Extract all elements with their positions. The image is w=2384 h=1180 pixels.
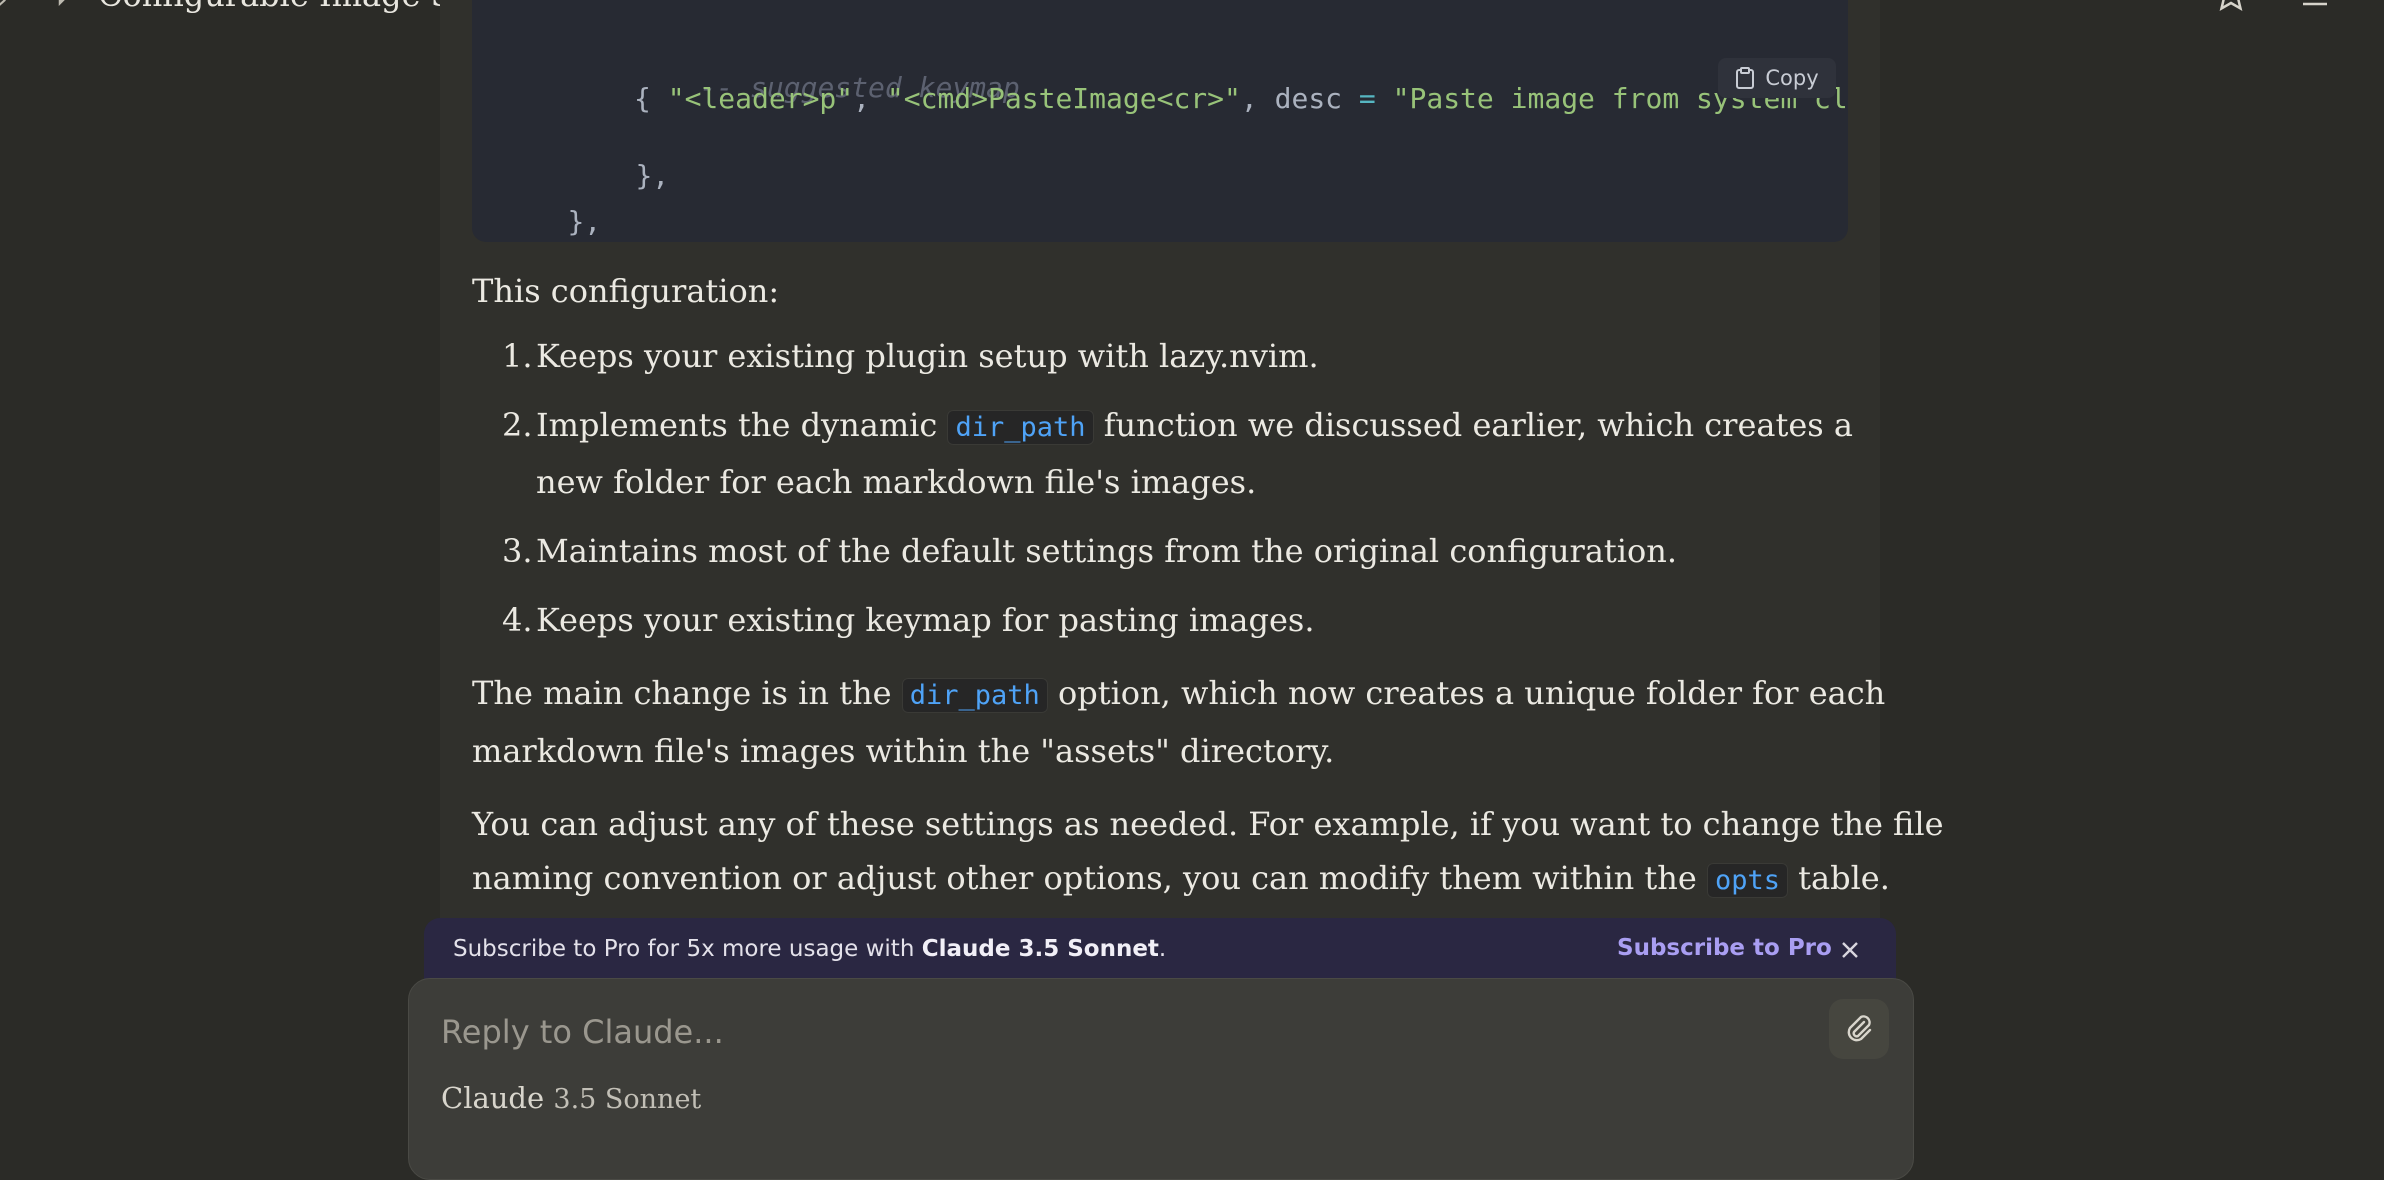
reply-composer: Reply to Claude... Claude 3.5 Sonnet [408,978,1914,1180]
model-version: 3.5 Sonnet [553,1084,702,1115]
list-number: 3. [502,532,533,570]
reply-input[interactable]: Reply to Claude... [441,1013,724,1051]
list-item-text: Implements the dynamic [536,406,938,444]
banner-text: Subscribe to Pro for 5x more usage with [453,936,915,962]
code-token: { [634,82,668,115]
clipboard-icon [1736,67,1755,89]
chat-bubble-icon [58,0,65,6]
model-selector[interactable]: Claude 3.5 Sonnet [441,1081,701,1115]
code-line: }, [500,172,601,242]
list-number: 2. [502,406,533,444]
list-item-text: function we discussed earlier, which cre… [1103,406,1853,444]
list-item: Maintains most of the default settings f… [536,532,1678,570]
star-icon[interactable] [2214,0,2248,12]
attach-button[interactable] [1829,999,1889,1059]
copy-label: Copy [1765,66,1819,90]
banner-message: Subscribe to Pro for 5x more usage with … [453,936,1166,962]
list-number: 4. [502,601,533,639]
paragraph-line: markdown file's images within the "asset… [472,732,1335,770]
intro-text: This configuration: [472,272,780,310]
code-token: "<leader>p" [667,82,854,115]
code-block: -- suggested keymap { "<leader>p", "<cmd… [472,0,1848,242]
inline-code: opts [1706,863,1788,898]
paragraph-text: The main change is in the [472,674,892,712]
list-item: Keeps your existing plugin setup with la… [536,337,1319,375]
subscribe-banner: Subscribe to Pro for 5x more usage with … [424,918,1896,982]
menu-icon[interactable] [2300,0,2330,10]
list-item-continuation: new folder for each markdown file's imag… [536,463,1257,501]
code-line: { "<leader>p", "<cmd>PasteImage<cr>", de… [634,82,1848,115]
code-token: "<cmd>PasteImage<cr>" [886,82,1241,115]
code-token: , desc [1240,82,1359,115]
copy-button[interactable]: Copy [1718,58,1836,98]
paragraph-text: naming convention or adjust other option… [472,859,1697,897]
list-item: Implements the dynamic dir_path function… [536,405,1853,448]
code-token: = [1358,82,1376,115]
paragraph-text: option, which now creates a unique folde… [1057,674,1886,712]
inline-code: dir_path [947,410,1094,445]
sidebar-toggle-icon[interactable]: › [0,0,8,17]
paragraph-text: table. [1798,859,1890,897]
list-number: 1. [502,337,533,375]
banner-text: . [1158,936,1167,962]
list-item: Keeps your existing keymap for pasting i… [536,601,1315,639]
code-token: , [853,82,887,115]
code-token: }, [567,205,602,238]
paragraph: naming convention or adjust other option… [472,858,1890,901]
code-token: }, [635,159,670,192]
paragraph: You can adjust any of these settings as … [472,805,1944,843]
paragraph: The main change is in the dir_path optio… [472,673,1885,716]
subscribe-button[interactable]: Subscribe to Pro [1617,935,1832,961]
paperclip-icon [1847,1015,1872,1042]
model-name: Claude [441,1081,545,1115]
close-icon[interactable] [1838,938,1862,962]
banner-model-name: Claude 3.5 Sonnet [921,936,1159,962]
inline-code: dir_path [901,678,1048,713]
